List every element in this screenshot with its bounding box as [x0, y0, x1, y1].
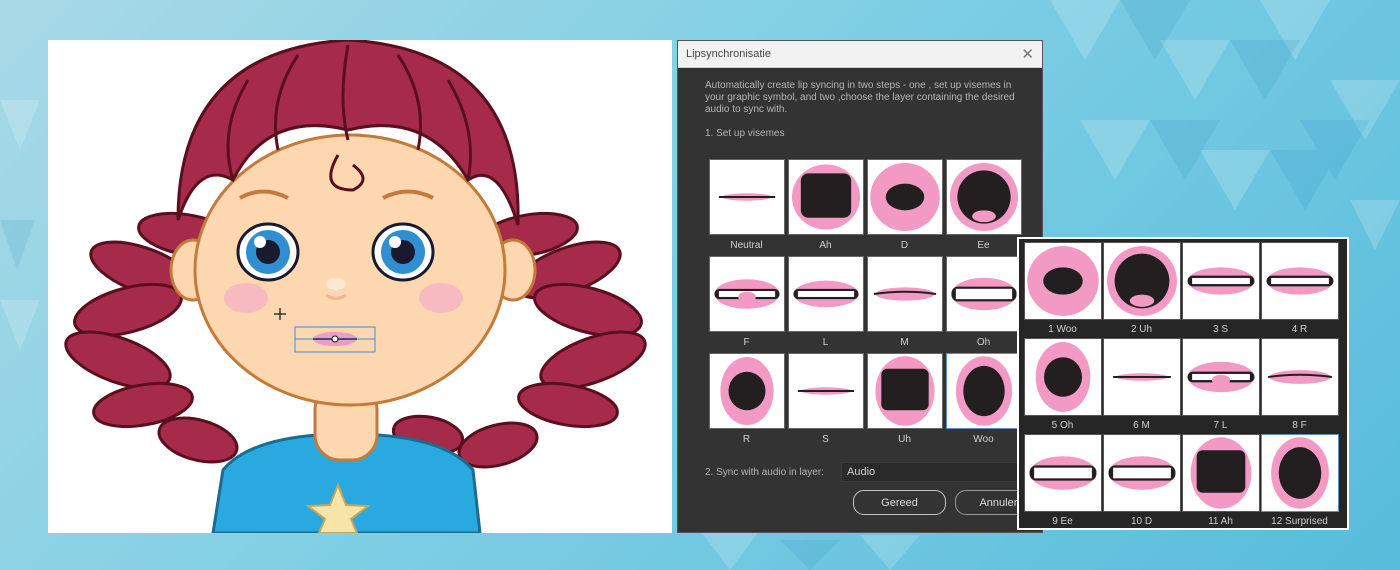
viseme-cell-12-surprised[interactable]: 12 Surprised: [1260, 434, 1339, 528]
viseme-cell-8-f[interactable]: 8 F: [1260, 338, 1339, 432]
viseme-label: 8 F: [1292, 420, 1307, 431]
viseme-thumbnail[interactable]: [1023, 242, 1102, 320]
viseme-label: Ee: [977, 240, 990, 251]
viseme-thumbnail[interactable]: [945, 353, 1022, 429]
left-eye: [236, 222, 300, 282]
viseme-cell-oh[interactable]: Oh: [944, 256, 1023, 349]
viseme-label: 11 Ah: [1208, 516, 1233, 527]
lipsync-dialog: Lipsynchronisatie ✕ Automatically create…: [677, 40, 1043, 533]
viseme-thumbnail[interactable]: [708, 159, 785, 235]
viseme-cell-7-l[interactable]: 7 L: [1181, 338, 1260, 432]
viseme-label: L: [822, 337, 829, 348]
character-canvas[interactable]: [48, 40, 672, 533]
viseme-cell-woo[interactable]: Woo: [944, 353, 1023, 446]
viseme-label: 10 D: [1130, 516, 1153, 527]
viseme-thumbnail[interactable]: [787, 159, 864, 235]
viseme-cell-11-ah[interactable]: 11 Ah: [1181, 434, 1260, 528]
close-icon[interactable]: ✕: [1021, 47, 1034, 62]
viseme-cell-5-oh[interactable]: 5 Oh: [1023, 338, 1102, 432]
viseme-label: 1 Woo: [1048, 324, 1077, 335]
viseme-cell-m[interactable]: M: [865, 256, 944, 349]
transform-point-icon: [331, 335, 339, 343]
dialog-titlebar: Lipsynchronisatie ✕: [678, 41, 1042, 68]
viseme-cell-s[interactable]: S: [786, 353, 865, 446]
viseme-label: Neutral: [730, 240, 763, 251]
viseme-thumbnail[interactable]: [1102, 242, 1181, 320]
right-eye: [371, 222, 435, 282]
viseme-thumbnail[interactable]: [1260, 338, 1339, 416]
viseme-label: 9 Ee: [1052, 516, 1073, 527]
step2-label: 2. Sync with audio in layer:: [705, 466, 824, 478]
dialog-description: Automatically create lip syncing in two …: [705, 80, 1015, 115]
viseme-label: 12 Surprised: [1271, 516, 1328, 527]
viseme-cell-3-s[interactable]: 3 S: [1181, 242, 1260, 336]
left-cheek: [224, 283, 268, 313]
viseme-thumbnail[interactable]: [1260, 242, 1339, 320]
sync-row: 2. Sync with audio in layer: Audio: [705, 462, 1038, 482]
viseme-thumbnail[interactable]: [1181, 434, 1260, 512]
viseme-cell-1-woo[interactable]: 1 Woo: [1023, 242, 1102, 336]
viseme-label: Uh: [898, 434, 911, 445]
viseme-thumbnail[interactable]: [1181, 242, 1260, 320]
viseme-thumbnail[interactable]: [866, 256, 943, 332]
viseme-thumbnail[interactable]: [945, 256, 1022, 332]
viseme-grid: Neutral Ah D Ee F L M Oh R S Uh Woo: [707, 159, 1025, 446]
step1-label: 1. Set up visemes: [705, 128, 785, 139]
viseme-cell-r[interactable]: R: [707, 353, 786, 446]
viseme-cell-2-uh[interactable]: 2 Uh: [1102, 242, 1181, 336]
viseme-thumbnail[interactable]: [1102, 338, 1181, 416]
viseme-label: R: [742, 434, 751, 445]
viseme-label: 7 L: [1213, 420, 1228, 431]
character-illustration: [64, 40, 647, 533]
viseme-label: 6 M: [1133, 420, 1150, 431]
symbol-frame-grid: 1 Woo 2 Uh 3 S 4 R 5 Oh 6 M 7 L 8 F 9 Ee…: [1023, 242, 1339, 528]
viseme-symbol-panel: 1 Woo 2 Uh 3 S 4 R 5 Oh 6 M 7 L 8 F 9 Ee…: [1017, 237, 1349, 530]
viseme-label: S: [822, 434, 829, 445]
viseme-thumbnail[interactable]: [1260, 434, 1339, 512]
viseme-label: 5 Oh: [1051, 420, 1074, 431]
viseme-thumbnail[interactable]: [787, 256, 864, 332]
audio-layer-select[interactable]: Audio: [841, 462, 1038, 482]
viseme-cell-f[interactable]: F: [707, 256, 786, 349]
done-button[interactable]: Gereed: [853, 490, 946, 515]
viseme-label: Oh: [976, 337, 991, 348]
viseme-label: 2 Uh: [1130, 324, 1153, 335]
viseme-cell-d[interactable]: D: [865, 159, 944, 252]
viseme-cell-ah[interactable]: Ah: [786, 159, 865, 252]
viseme-thumbnail[interactable]: [708, 353, 785, 429]
viseme-label: 3 S: [1212, 324, 1228, 335]
viseme-thumbnail[interactable]: [866, 353, 943, 429]
viseme-label: M: [900, 337, 909, 348]
viseme-label: Ah: [819, 240, 832, 251]
viseme-cell-9-ee[interactable]: 9 Ee: [1023, 434, 1102, 528]
viseme-thumbnail[interactable]: [866, 159, 943, 235]
viseme-cell-l[interactable]: L: [786, 256, 865, 349]
viseme-label: 4 R: [1291, 324, 1308, 335]
face: [193, 133, 507, 407]
right-cheek: [419, 283, 463, 313]
dialog-title: Lipsynchronisatie: [686, 48, 771, 60]
viseme-thumbnail[interactable]: [787, 353, 864, 429]
viseme-thumbnail[interactable]: [945, 159, 1022, 235]
viseme-cell-10-d[interactable]: 10 D: [1102, 434, 1181, 528]
viseme-thumbnail[interactable]: [1023, 434, 1102, 512]
viseme-cell-ee[interactable]: Ee: [944, 159, 1023, 252]
viseme-thumbnail[interactable]: [1023, 338, 1102, 416]
viseme-label: D: [900, 240, 909, 251]
viseme-cell-uh[interactable]: Uh: [865, 353, 944, 446]
viseme-label: Woo: [973, 434, 994, 445]
viseme-thumbnail[interactable]: [1102, 434, 1181, 512]
viseme-cell-4-r[interactable]: 4 R: [1260, 242, 1339, 336]
viseme-cell-neutral[interactable]: Neutral: [707, 159, 786, 252]
viseme-thumbnail[interactable]: [708, 256, 785, 332]
viseme-cell-6-m[interactable]: 6 M: [1102, 338, 1181, 432]
viseme-thumbnail[interactable]: [1181, 338, 1260, 416]
viseme-label: F: [743, 337, 750, 348]
